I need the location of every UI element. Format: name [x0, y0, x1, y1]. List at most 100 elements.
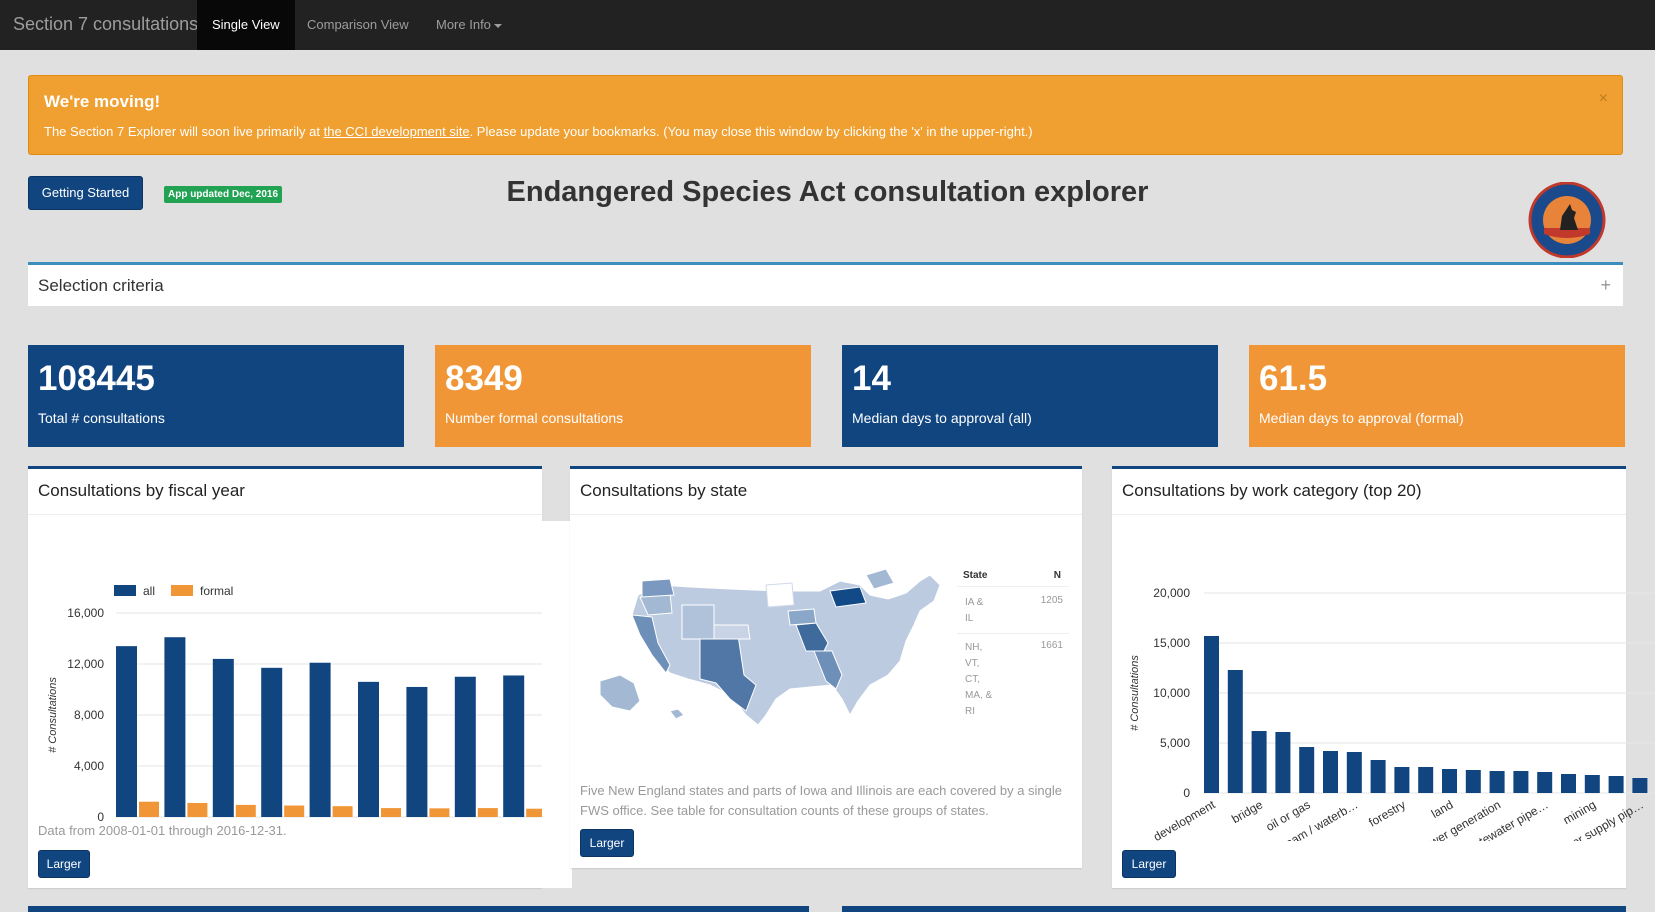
table-cell-state-line: IL [965, 613, 974, 624]
bar-work-category [1608, 776, 1624, 793]
y-axis-label: # Consultations [47, 677, 59, 753]
table-cell-state-line: CT, [965, 674, 980, 685]
state-iowa-illinois[interactable] [765, 582, 795, 608]
table-cell-state-line: VT, [965, 658, 980, 669]
bar-formal [187, 802, 208, 817]
bar-work-category [1489, 771, 1505, 793]
state-map-note: Five New England states and parts of Iow… [580, 783, 1062, 818]
legend-label-formal: formal [200, 584, 233, 598]
bar-all [503, 675, 525, 817]
state-washington[interactable] [641, 578, 675, 598]
state-tennessee[interactable] [787, 608, 817, 626]
date-range-note: Data from 2008-01-01 through 2016-12-31. [38, 823, 287, 838]
bar-all [164, 637, 186, 817]
bar-work-category [1204, 636, 1219, 793]
state-oklahoma[interactable] [711, 624, 751, 640]
y-tick-label: 0 [1183, 786, 1190, 800]
bar-formal [526, 808, 542, 817]
value-box-number: 61.5 [1259, 359, 1328, 398]
table-header-row: State N [957, 566, 1069, 587]
x-tick-label: forestry [1366, 797, 1408, 829]
chart-overflow-strip [542, 521, 572, 888]
alert-text-before: The Section 7 Explorer will soon live pr… [44, 124, 324, 139]
bar-work-category [1251, 731, 1267, 793]
defenders-of-wildlife-logo[interactable] [1522, 182, 1612, 258]
cci-site-link[interactable]: the CCI development site [324, 124, 470, 139]
table-header-n: N [1053, 570, 1061, 581]
y-tick-label: 15,000 [1153, 636, 1190, 650]
value-box-median-days-all: 14 Median days to approval (all) [842, 345, 1218, 447]
caret-down-icon [493, 23, 502, 28]
bar-work-category [1632, 778, 1648, 793]
bar-formal [477, 808, 498, 817]
table-cell-state: NH, VT, CT, MA, & RI [965, 640, 992, 720]
bar-all [358, 681, 379, 817]
top-navbar: Section 7 consultations Single View Comp… [0, 0, 1655, 50]
bar-work-category [1323, 751, 1338, 793]
x-tick-label: mining [1561, 797, 1599, 827]
selection-criteria-box[interactable]: Selection criteria + [28, 262, 1623, 306]
state-hawaii[interactable] [669, 708, 685, 720]
nav-menu-more-info[interactable]: More Info [421, 0, 517, 50]
state-new-mexico[interactable] [681, 604, 715, 640]
bar-work-category [1346, 752, 1362, 793]
bar-work-category [1299, 747, 1315, 793]
larger-button-work-category[interactable]: Larger [1122, 850, 1176, 878]
bar-work-category [1418, 767, 1434, 793]
bar-work-category [1465, 770, 1481, 793]
selection-criteria-title: Selection criteria [38, 276, 164, 295]
table-cell-state-line: NH, [965, 642, 983, 653]
bar-all [212, 658, 234, 817]
panel-title: Consultations by work category (top 20) [1122, 481, 1422, 500]
legend-swatch-all [114, 585, 136, 596]
close-icon[interactable]: × [1599, 90, 1608, 108]
value-box-total-consultations: 108445 Total # consultations [28, 345, 404, 447]
bar-formal [332, 806, 353, 817]
fiscal-year-bar-chart: 0 4,000 8,000 12,000 16,000 # Consultations al… [47, 584, 542, 821]
larger-button-fiscal-year[interactable]: Larger [38, 850, 90, 878]
value-box-number: 14 [852, 359, 891, 398]
x-tick-label: development [1151, 797, 1218, 841]
state-group-table: State N IA & IL 1205 NH, VT, CT, MA, & R… [957, 566, 1069, 724]
y-tick-label: 0 [97, 810, 104, 821]
bar-work-category [1227, 670, 1243, 793]
legend-label-all: all [143, 584, 155, 598]
legend-swatch-formal [171, 585, 193, 596]
panel-fiscal-year: Consultations by fiscal year 0 4,000 8,000… [28, 466, 542, 888]
panel-work-category: Consultations by work category (top 20) … [1112, 466, 1655, 888]
app-brand[interactable]: Section 7 consultations [13, 14, 198, 35]
panel-title: Consultations by state [580, 481, 748, 500]
bar-formal [139, 801, 159, 817]
bar-all [261, 667, 283, 817]
work-category-bar-chart: 0 5,000 10,000 15,000 20,000 # Consultations d… [1129, 586, 1655, 841]
nav-tab-comparison-view[interactable]: Comparison View [292, 0, 424, 50]
bar-work-category [1513, 771, 1529, 793]
y-tick-label: 12,000 [67, 657, 104, 671]
bar-work-category [1275, 732, 1291, 793]
table-header-state: State [963, 570, 988, 581]
value-box-number: 8349 [445, 359, 523, 398]
table-cell-state-line: IA & [965, 597, 984, 608]
page-title: Endangered Species Act consultation expl… [506, 176, 1149, 208]
larger-button-state[interactable]: Larger [580, 829, 634, 857]
alert-title: We're moving! [44, 92, 161, 111]
value-box-label: Total # consultations [38, 410, 165, 426]
bar-work-category [1394, 767, 1410, 793]
table-cell-n: 1205 [1040, 595, 1063, 606]
panel-state: Consultations by state State N IA & IL 1 [570, 466, 1082, 868]
value-box-label: Number formal consultations [445, 410, 624, 426]
state-alaska[interactable] [599, 674, 641, 712]
plus-icon[interactable]: + [1600, 275, 1611, 296]
state-new-england[interactable] [865, 568, 895, 590]
y-tick-label: 5,000 [1160, 736, 1190, 750]
bar-all [309, 662, 331, 817]
bar-all [454, 676, 476, 817]
state-pennsylvania[interactable] [829, 586, 867, 608]
table-cell-state: IA & IL [965, 595, 983, 627]
alert-text: The Section 7 Explorer will soon live pr… [44, 124, 1033, 139]
bar-work-category [1370, 760, 1386, 793]
y-tick-label: 8,000 [74, 708, 104, 722]
bar-formal [284, 805, 305, 817]
bar-formal [381, 808, 401, 817]
nav-tab-single-view[interactable]: Single View [197, 0, 295, 50]
